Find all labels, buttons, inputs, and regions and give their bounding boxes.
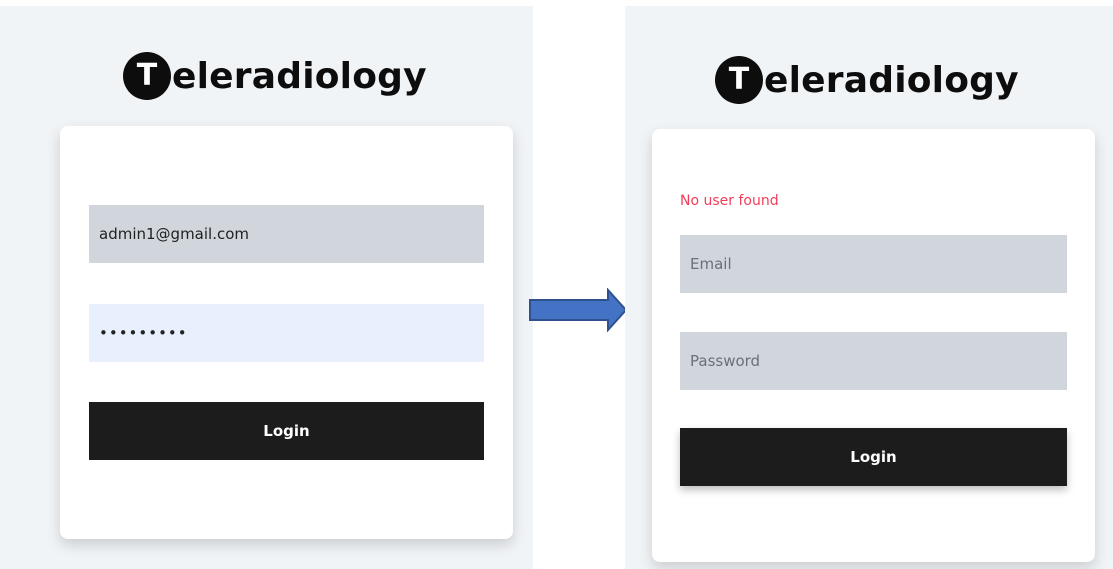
login-card: Login [60,126,513,539]
brand-logo: T eleradiology [715,50,1019,110]
brand-logo: T eleradiology [123,46,427,106]
right-arrow-icon [529,288,628,332]
login-button[interactable]: Login [680,428,1067,486]
login-card: No user found Login [652,129,1095,562]
brand-name: eleradiology [172,55,427,97]
email-input[interactable] [89,205,484,263]
password-input[interactable] [680,332,1067,390]
logo-t-icon: T [123,52,171,100]
logo-t-icon: T [715,56,763,104]
brand-name: eleradiology [764,59,1019,101]
login-screen-after: T eleradiology No user found Login [625,6,1113,569]
email-input[interactable] [680,235,1067,293]
comparison-stage: T eleradiology Login T eleradiology No u… [0,0,1113,569]
error-message: No user found [680,193,779,209]
login-screen-before: T eleradiology Login [0,6,533,569]
password-input[interactable] [89,304,484,362]
login-button[interactable]: Login [89,402,484,460]
